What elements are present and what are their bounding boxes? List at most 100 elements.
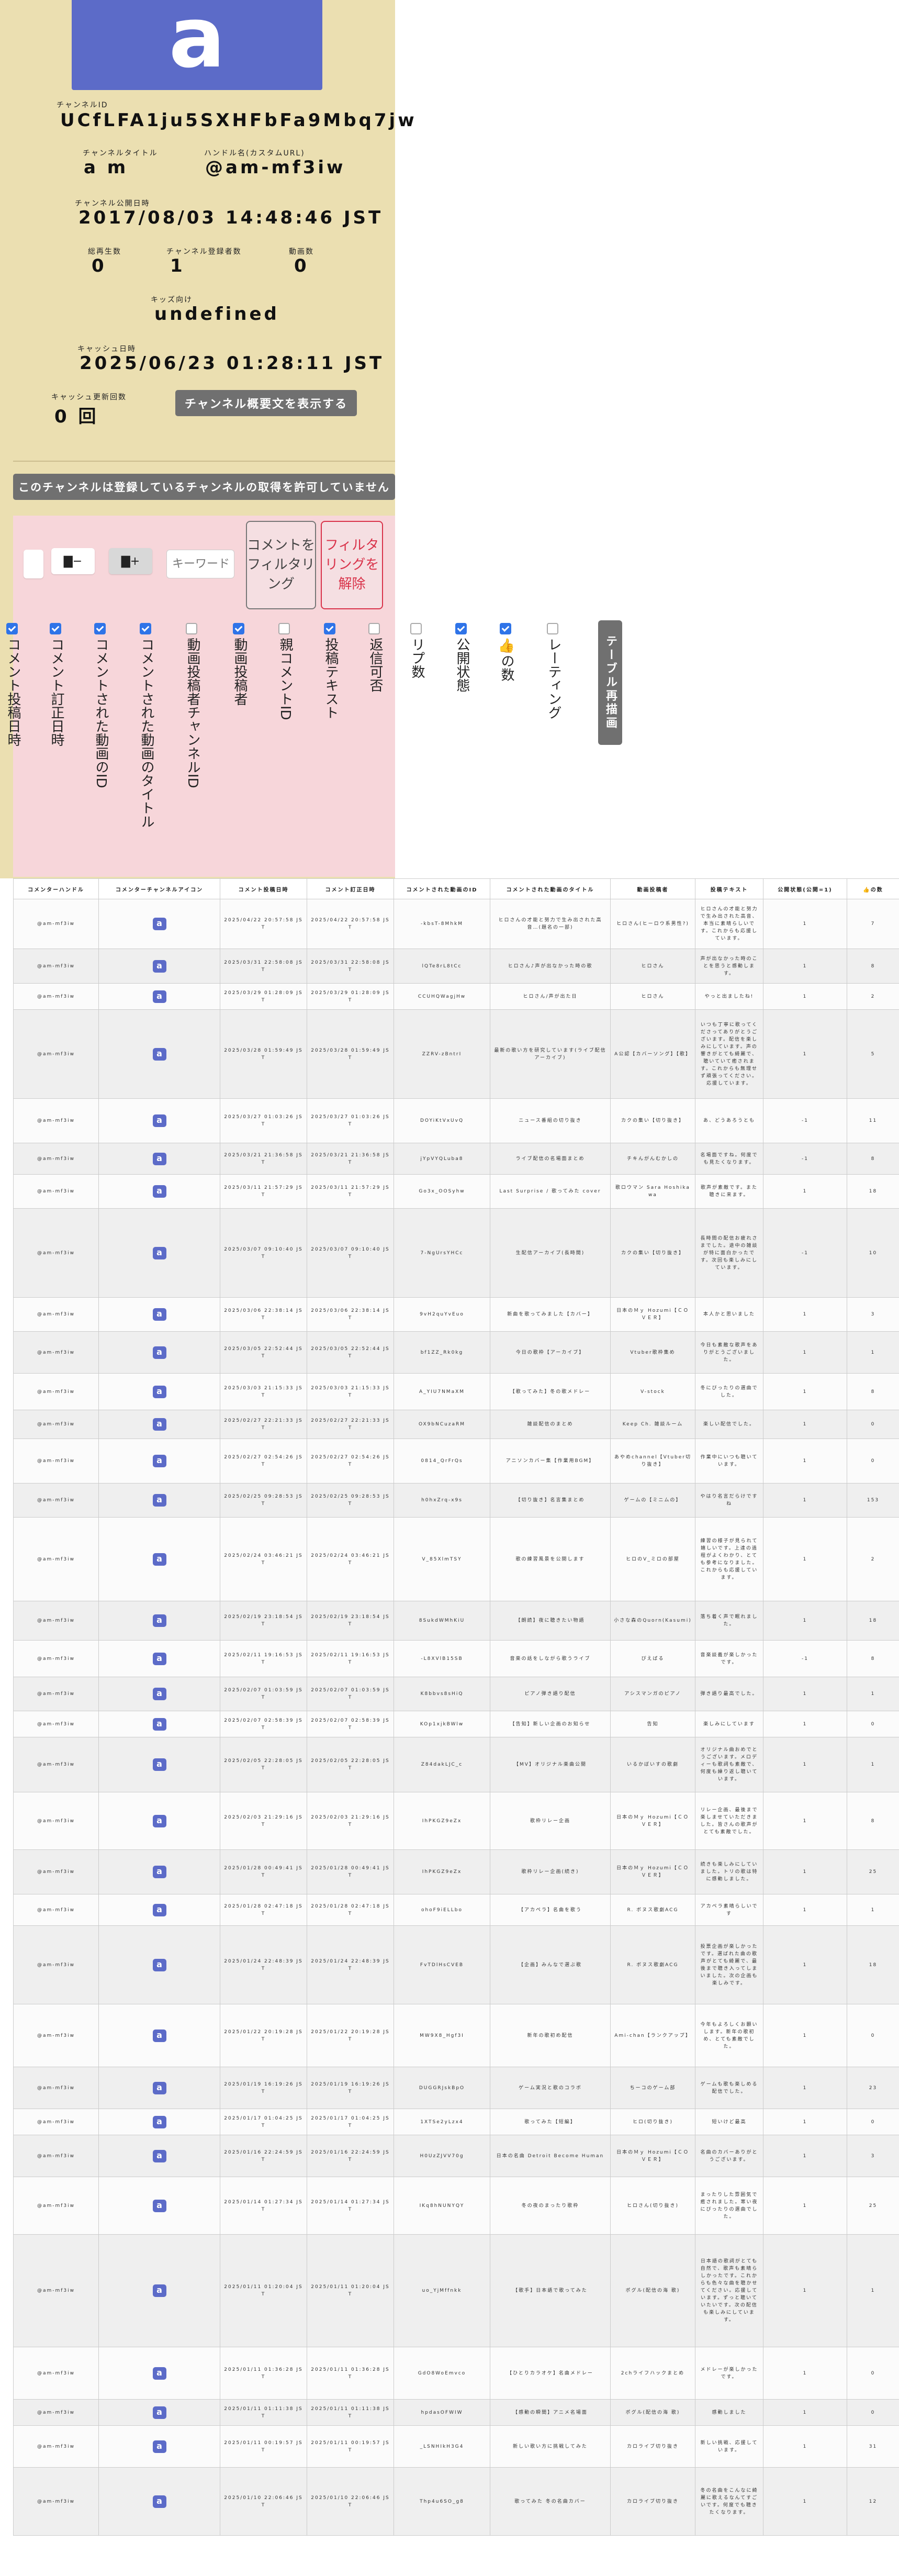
- commenter-avatar-icon[interactable]: a: [152, 1346, 166, 1359]
- column-checkbox[interactable]: [186, 623, 197, 634]
- commenter-avatar-icon[interactable]: a: [152, 2081, 166, 2094]
- commenter-avatar-icon[interactable]: a: [152, 2149, 166, 2162]
- commenter-icon[interactable]: a: [98, 2399, 220, 2426]
- filter-checkbox[interactable]: [24, 550, 43, 578]
- commenter-icon[interactable]: a: [98, 1925, 220, 2004]
- column-header[interactable]: コメントされた動画のID: [394, 878, 490, 899]
- column-toggle[interactable]: コメント投稿日時: [5, 623, 21, 749]
- commenter-icon[interactable]: a: [98, 1410, 220, 1439]
- commenter-icon[interactable]: a: [98, 983, 220, 1010]
- commenter-avatar-icon[interactable]: a: [152, 2406, 166, 2419]
- commenter-avatar-icon[interactable]: a: [152, 1152, 166, 1165]
- column-toggle[interactable]: 返信可否: [367, 623, 383, 694]
- commenter-avatar-icon[interactable]: a: [152, 2199, 166, 2212]
- commenter-icon[interactable]: a: [98, 1174, 220, 1209]
- commenter-avatar-icon[interactable]: a: [152, 1903, 166, 1916]
- column-checkbox[interactable]: [547, 623, 558, 634]
- column-header[interactable]: コメンターチャンネルアイコン: [98, 878, 220, 899]
- commenter-avatar-icon[interactable]: a: [152, 1866, 166, 1878]
- commenter-icon[interactable]: a: [98, 1208, 220, 1298]
- commenter-icon[interactable]: a: [98, 1297, 220, 1332]
- commenter-icon[interactable]: a: [98, 2004, 220, 2067]
- commenter-icon[interactable]: a: [98, 1143, 220, 1175]
- commenter-icon[interactable]: a: [98, 1677, 220, 1711]
- commenter-icon[interactable]: a: [98, 2347, 220, 2400]
- column-header[interactable]: 動画投稿者: [610, 878, 695, 899]
- commenter-avatar-icon[interactable]: a: [152, 1246, 166, 1259]
- commenter-avatar-icon[interactable]: a: [152, 1614, 166, 1627]
- increase-button[interactable]: ▇+: [109, 548, 152, 574]
- commenter-icon[interactable]: a: [98, 1792, 220, 1850]
- column-toggle[interactable]: コメントされた動画のタイトル: [139, 623, 154, 830]
- column-checkbox[interactable]: [94, 623, 106, 634]
- commenter-icon[interactable]: a: [98, 1009, 220, 1099]
- commenter-avatar-icon[interactable]: a: [152, 2495, 166, 2508]
- column-toggle[interactable]: レーティング: [546, 623, 561, 721]
- column-toggle[interactable]: 投稿テキスト: [323, 623, 339, 721]
- commenter-icon[interactable]: a: [98, 899, 220, 949]
- commenter-icon[interactable]: a: [98, 1483, 220, 1518]
- column-toggle[interactable]: コメント訂正日時: [49, 623, 64, 749]
- column-toggle[interactable]: 動画投稿者チャンネルID: [185, 623, 200, 790]
- decrease-button[interactable]: ▇−: [51, 548, 95, 574]
- column-header[interactable]: コメント訂正日時: [307, 878, 394, 899]
- commenter-icon[interactable]: a: [98, 949, 220, 984]
- column-toggle[interactable]: 公開状態: [454, 623, 470, 694]
- commenter-avatar-icon[interactable]: a: [152, 990, 166, 1003]
- redraw-table-button[interactable]: テーブル再描画: [598, 620, 622, 745]
- commenter-icon[interactable]: a: [98, 1331, 220, 1374]
- column-checkbox[interactable]: [6, 623, 18, 634]
- commenter-avatar-icon[interactable]: a: [152, 1185, 166, 1198]
- commenter-avatar-icon[interactable]: a: [152, 1652, 166, 1665]
- column-toggle[interactable]: コメントされた動画のID: [93, 623, 109, 790]
- commenter-icon[interactable]: a: [98, 1373, 220, 1410]
- column-checkbox[interactable]: [368, 623, 380, 634]
- commenter-avatar-icon[interactable]: a: [152, 2115, 166, 2128]
- column-checkbox[interactable]: [500, 623, 511, 634]
- commenter-icon[interactable]: a: [98, 2467, 220, 2536]
- commenter-icon[interactable]: a: [98, 1438, 220, 1484]
- column-header[interactable]: コメントされた動画のタイトル: [490, 878, 611, 899]
- commenter-avatar-icon[interactable]: a: [152, 1814, 166, 1827]
- commenter-avatar-icon[interactable]: a: [152, 1047, 166, 1061]
- column-checkbox[interactable]: [410, 623, 422, 634]
- commenter-avatar-icon[interactable]: a: [152, 2284, 166, 2297]
- commenter-avatar-icon[interactable]: a: [152, 1308, 166, 1321]
- commenter-icon[interactable]: a: [98, 1601, 220, 1641]
- commenter-avatar-icon[interactable]: a: [152, 1455, 166, 1467]
- column-toggle[interactable]: 親コメントID: [277, 623, 293, 722]
- keyword-input[interactable]: [166, 550, 234, 578]
- clear-filter-button[interactable]: フィルタリングを解除: [321, 521, 383, 609]
- commenter-icon[interactable]: a: [98, 1098, 220, 1143]
- column-checkbox[interactable]: [278, 623, 290, 634]
- column-toggle[interactable]: リプ数: [409, 623, 425, 681]
- column-toggle[interactable]: 動画投稿者: [232, 623, 248, 708]
- column-header[interactable]: 公開状態(公開=1): [763, 878, 847, 899]
- commenter-avatar-icon[interactable]: a: [152, 960, 166, 973]
- commenter-avatar-icon[interactable]: a: [152, 1718, 166, 1731]
- column-header[interactable]: コメンターハンドル: [13, 878, 99, 899]
- commenter-icon[interactable]: a: [98, 1849, 220, 1894]
- commenter-icon[interactable]: a: [98, 1711, 220, 1737]
- commenter-icon[interactable]: a: [98, 2177, 220, 2235]
- commenter-avatar-icon[interactable]: a: [152, 1418, 166, 1431]
- column-checkbox[interactable]: [324, 623, 335, 634]
- commenter-avatar-icon[interactable]: a: [152, 2440, 166, 2453]
- commenter-avatar-icon[interactable]: a: [152, 1114, 166, 1127]
- column-header[interactable]: コメント投稿日時: [220, 878, 307, 899]
- column-checkbox[interactable]: [50, 623, 61, 634]
- show-description-button[interactable]: チャンネル概要文を表示する: [175, 390, 357, 416]
- column-toggle[interactable]: 👍の数: [499, 623, 514, 684]
- filter-button[interactable]: コメントをフィルタリング: [246, 521, 316, 609]
- commenter-avatar-icon[interactable]: a: [152, 2367, 166, 2380]
- commenter-icon[interactable]: a: [98, 1737, 220, 1792]
- commenter-avatar-icon[interactable]: a: [152, 1758, 166, 1771]
- column-header[interactable]: 👍の数: [847, 878, 899, 899]
- commenter-icon[interactable]: a: [98, 1640, 220, 1677]
- commenter-icon[interactable]: a: [98, 2135, 220, 2177]
- commenter-avatar-icon[interactable]: a: [152, 1553, 166, 1566]
- commenter-avatar-icon[interactable]: a: [152, 1494, 166, 1507]
- column-header[interactable]: 投稿テキスト: [695, 878, 763, 899]
- commenter-icon[interactable]: a: [98, 1894, 220, 1926]
- commenter-avatar-icon[interactable]: a: [152, 2029, 166, 2042]
